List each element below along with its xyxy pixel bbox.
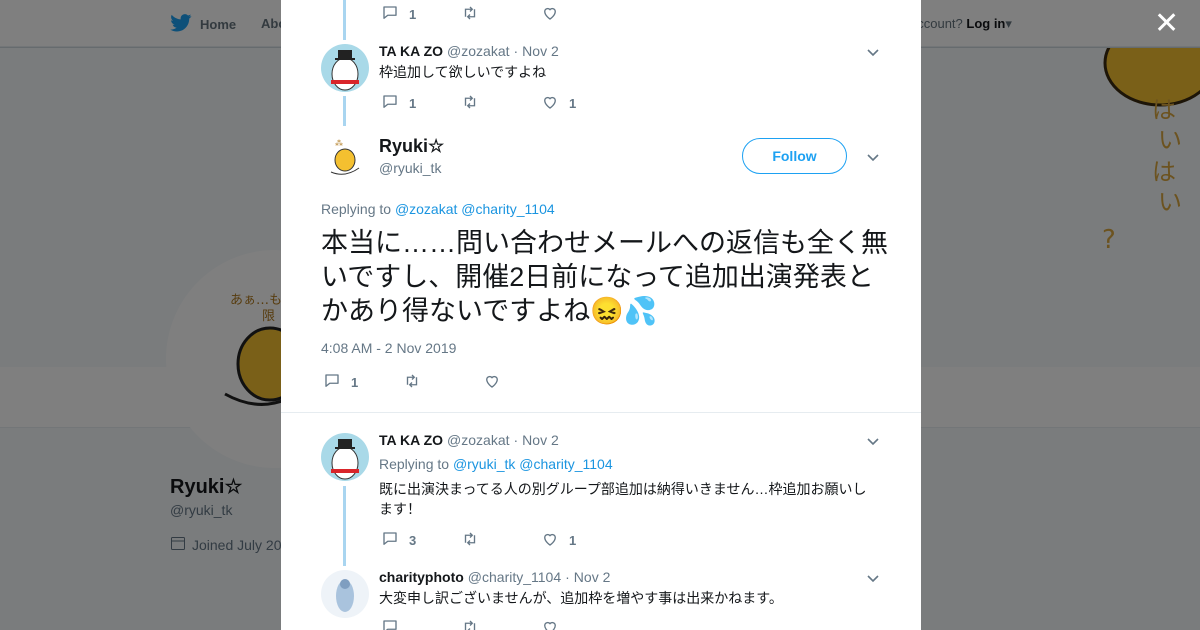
- close-icon[interactable]: ✕: [1154, 9, 1179, 39]
- main-tweet-actions: 1: [323, 372, 563, 393]
- replying-label: Replying to: [321, 201, 392, 217]
- like-count: 1: [569, 96, 577, 111]
- reply-icon: [381, 93, 399, 114]
- retweet-action[interactable]: [461, 618, 541, 630]
- main-tweet-text: 本当に……問い合わせメールへの返信も全く無いですし、開催2日前になって追加出演発…: [321, 228, 888, 326]
- reply-action[interactable]: 3: [381, 530, 461, 551]
- heart-icon: [541, 4, 559, 25]
- tweet-text: 既に出演決まってる人の別グループ部追加は納得いきません…枠追加お願いします！: [379, 481, 867, 517]
- retweet-icon: [461, 93, 479, 114]
- reply-count: 1: [409, 96, 417, 111]
- like-action[interactable]: [483, 372, 563, 393]
- penguin-avatar-art: [321, 433, 369, 481]
- tweet-actions: 3 1: [381, 530, 621, 551]
- author-name[interactable]: charityphoto: [379, 569, 464, 585]
- penguin-avatar-art: [321, 44, 369, 92]
- chevron-down-icon[interactable]: [865, 44, 881, 60]
- thread-connector: [343, 486, 346, 566]
- tweet-date[interactable]: Nov 2: [522, 432, 559, 448]
- retweet-action[interactable]: [461, 93, 541, 114]
- chevron-down-icon[interactable]: [865, 433, 881, 449]
- thread-connector: [343, 0, 346, 40]
- tweet-header: TA KA ZO @zozakat · Nov 2: [379, 432, 559, 448]
- tweet-text: 枠追加して欲しいですよね: [379, 64, 547, 80]
- tweet-actions: 1: [381, 4, 621, 25]
- mention-link[interactable]: @ryuki_tk: [453, 456, 515, 472]
- mention-link[interactable]: @charity_1104: [461, 201, 554, 217]
- like-action[interactable]: 1: [541, 93, 621, 114]
- retweet-icon: [461, 618, 479, 630]
- author-handle[interactable]: @zozakat: [447, 432, 509, 448]
- retweet-icon: [461, 4, 479, 25]
- author-handle[interactable]: @charity_1104: [468, 569, 561, 585]
- gudetama-avatar-art: ⁂: [321, 134, 369, 182]
- tweet-header: charityphoto @charity_1104 · Nov 2: [379, 569, 610, 585]
- reply-icon: [381, 618, 399, 630]
- tweet-timestamp[interactable]: 4:08 AM - 2 Nov 2019: [321, 340, 456, 356]
- tweet-actions: 1 1: [381, 93, 621, 114]
- reply-action[interactable]: [381, 618, 461, 630]
- author-name[interactable]: TA KA ZO: [379, 43, 443, 59]
- replying-to: Replying to @zozakat @charity_1104: [321, 201, 555, 217]
- thread-connector: [343, 96, 346, 126]
- reply-count: 3: [409, 533, 417, 548]
- like-count: 1: [569, 533, 577, 548]
- mention-link[interactable]: @zozakat: [395, 201, 457, 217]
- avatar[interactable]: ⁂: [321, 134, 369, 182]
- avatar[interactable]: [321, 44, 369, 92]
- author-handle[interactable]: @zozakat: [447, 43, 509, 59]
- mention-link[interactable]: @charity_1104: [519, 456, 612, 472]
- reply-action[interactable]: 1: [323, 372, 403, 393]
- heart-icon: [541, 530, 559, 551]
- heart-icon: [541, 93, 559, 114]
- like-action[interactable]: 1: [541, 530, 621, 551]
- reply-count: 1: [351, 375, 359, 390]
- retweet-action[interactable]: [461, 530, 541, 551]
- follow-button[interactable]: Follow: [742, 138, 847, 174]
- author-name[interactable]: TA KA ZO: [379, 432, 443, 448]
- reply-icon: [381, 530, 399, 551]
- author-handle[interactable]: @ryuki_tk: [379, 160, 441, 176]
- chevron-down-icon[interactable]: [865, 149, 881, 165]
- tweet-actions: [381, 618, 621, 630]
- tweet-header: TA KA ZO @zozakat · Nov 2: [379, 43, 559, 59]
- divider: [281, 412, 921, 413]
- tweet-date[interactable]: Nov 2: [574, 569, 611, 585]
- reply-icon: [381, 4, 399, 25]
- like-action[interactable]: [541, 618, 621, 630]
- replying-label: Replying to: [379, 456, 450, 472]
- separator: ·: [513, 432, 519, 448]
- avatar[interactable]: [321, 433, 369, 481]
- heart-icon: [483, 372, 501, 393]
- tweet-date[interactable]: Nov 2: [522, 43, 559, 59]
- separator: ·: [513, 43, 519, 59]
- reply-action[interactable]: 1: [381, 93, 461, 114]
- reply-action[interactable]: 1: [381, 4, 461, 25]
- photo-avatar-art: [321, 570, 369, 618]
- replying-to: Replying to @ryuki_tk @charity_1104: [379, 456, 613, 472]
- retweet-icon: [461, 530, 479, 551]
- retweet-action[interactable]: [461, 4, 541, 25]
- svg-text:⁂: ⁂: [335, 138, 343, 148]
- tweet-text: 大変申し訳ございませんが、追加枠を増やす事は出来かねます。: [379, 590, 783, 606]
- heart-icon: [541, 618, 559, 630]
- chevron-down-icon[interactable]: [865, 570, 881, 586]
- retweet-action[interactable]: [403, 372, 483, 393]
- retweet-icon: [403, 372, 421, 393]
- tweet-modal: 1 TA KA ZO @zozakat · Nov 2 枠追加して欲しいですよね…: [281, 0, 921, 630]
- avatar[interactable]: [321, 570, 369, 618]
- reply-icon: [323, 372, 341, 393]
- separator: ·: [565, 569, 570, 585]
- reply-count: 1: [409, 7, 417, 22]
- like-action[interactable]: [541, 4, 621, 25]
- author-name[interactable]: Ryuki☆: [379, 136, 444, 157]
